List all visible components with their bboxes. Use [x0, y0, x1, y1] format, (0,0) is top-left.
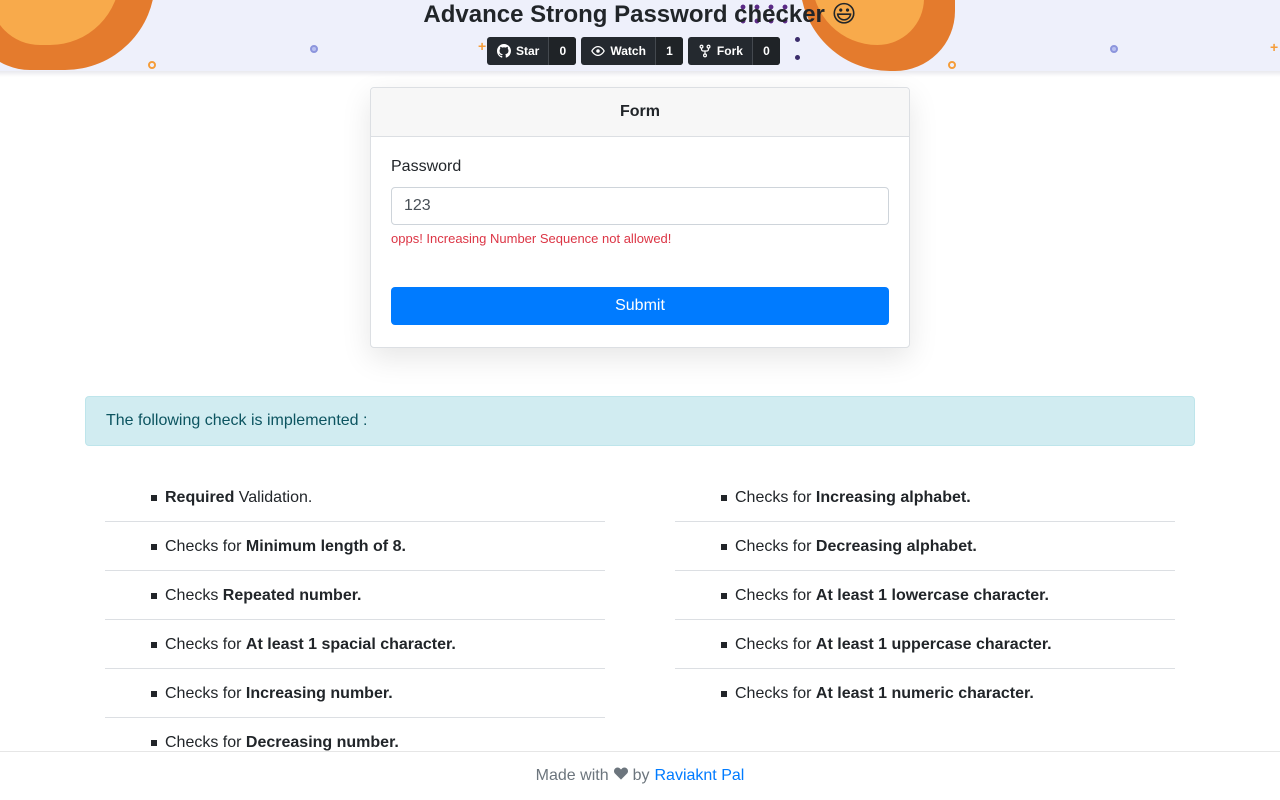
footer: Made with by Raviaknt Pal	[0, 751, 1280, 800]
list-item: Checks for At least 1 lowercase characte…	[675, 571, 1175, 620]
check-highlight: Decreasing alphabet.	[815, 538, 977, 555]
bullet-icon	[721, 593, 727, 599]
bullet-icon	[721, 544, 727, 550]
github-fork-label-wrap: Fork	[688, 37, 753, 65]
eye-icon	[591, 44, 606, 58]
decor-plus: +	[1270, 39, 1279, 55]
github-star-label-wrap: Star	[487, 37, 550, 65]
github-watch-label: Watch	[610, 44, 646, 58]
check-highlight: Increasing number.	[245, 685, 393, 702]
bullet-icon	[151, 495, 157, 501]
github-star-count: 0	[549, 37, 577, 65]
check-highlight: At least 1 lowercase character.	[815, 587, 1049, 604]
password-input[interactable]	[391, 187, 889, 225]
check-highlight: Minimum length of 8.	[245, 538, 406, 555]
check-highlight: At least 1 numeric character.	[815, 685, 1034, 702]
submit-button[interactable]: Submit	[391, 287, 889, 325]
check-highlight: At least 1 spacial character.	[245, 636, 456, 653]
checks-list-right: Checks for Increasing alphabet. Checks f…	[675, 473, 1175, 718]
github-fork-count: 0	[752, 37, 780, 65]
bullet-icon	[151, 593, 157, 599]
check-highlight: At least 1 uppercase character.	[815, 636, 1052, 653]
check-prefix: Checks for	[165, 538, 246, 555]
github-buttons: Star 0 Watch 1 Fork 0	[487, 37, 780, 65]
check-prefix: Checks	[165, 587, 223, 604]
list-item: Checks for Decreasing alphabet.	[675, 522, 1175, 571]
check-prefix: Checks for	[165, 685, 246, 702]
bullet-icon	[721, 642, 727, 648]
form-card: Form Password opps! Increasing Number Se…	[370, 87, 910, 348]
decor-ring	[148, 61, 156, 69]
decor-ring	[1110, 45, 1118, 53]
checks-list-left: Required Validation. Checks for Minimum …	[105, 473, 605, 767]
header-shadow	[0, 71, 1280, 77]
list-item: Checks Repeated number.	[105, 571, 605, 620]
check-prefix: Checks for	[165, 734, 246, 751]
list-item: Checks for Minimum length of 8.	[105, 522, 605, 571]
password-error-message: opps! Increasing Number Sequence not all…	[391, 231, 672, 246]
github-watch-label-wrap: Watch	[581, 37, 656, 65]
decor-ring	[310, 45, 318, 53]
list-item: Required Validation.	[105, 473, 605, 522]
check-prefix: Checks for	[735, 587, 816, 604]
decor-ring	[948, 61, 956, 69]
github-watch-button[interactable]: Watch 1	[581, 37, 683, 65]
list-item: Checks for At least 1 spacial character.	[105, 620, 605, 669]
check-highlight: Decreasing number.	[245, 734, 399, 751]
github-fork-label: Fork	[716, 44, 743, 58]
check-prefix: Checks for	[735, 538, 816, 555]
github-icon	[497, 44, 511, 58]
list-item: Checks for Increasing number.	[105, 669, 605, 718]
page-title: Advance Strong Password checker 😃	[423, 1, 857, 28]
check-suffix: Validation.	[234, 489, 313, 506]
heart-icon	[613, 767, 628, 785]
form-card-body: Password opps! Increasing Number Sequenc…	[371, 137, 909, 345]
bullet-icon	[151, 642, 157, 648]
bullet-icon	[151, 544, 157, 550]
bullet-icon	[151, 691, 157, 697]
github-fork-button[interactable]: Fork 0	[687, 37, 780, 65]
form-card-title: Form	[371, 88, 909, 137]
decor-dot	[795, 37, 800, 42]
check-highlight: Repeated number.	[222, 587, 362, 604]
decor-plus: +	[478, 38, 487, 54]
footer-made-with: Made with	[535, 767, 609, 784]
list-item: Checks for At least 1 numeric character.	[675, 669, 1175, 718]
checks-info-text: The following check is implemented :	[106, 412, 368, 429]
bullet-icon	[151, 740, 157, 746]
check-prefix: Checks for	[165, 636, 246, 653]
github-watch-count: 1	[655, 37, 683, 65]
check-prefix: Checks for	[735, 685, 816, 702]
author-link[interactable]: Raviaknt Pal	[655, 767, 745, 785]
github-star-label: Star	[516, 44, 540, 58]
check-prefix: Checks for	[735, 489, 816, 506]
check-highlight: Increasing alphabet.	[815, 489, 971, 506]
page: + + Advance Strong Password checker 😃 St…	[0, 0, 1280, 800]
header-banner: + + Advance Strong Password checker 😃 St…	[0, 0, 1280, 71]
fork-icon	[698, 44, 712, 58]
check-prefix: Checks for	[735, 636, 816, 653]
bullet-icon	[721, 495, 727, 501]
password-label: Password	[391, 158, 462, 175]
github-star-button[interactable]: Star 0	[487, 37, 577, 65]
footer-by: by	[632, 767, 650, 784]
decor-dot	[795, 55, 800, 60]
list-item: Checks for At least 1 uppercase characte…	[675, 620, 1175, 669]
list-item: Checks for Increasing alphabet.	[675, 473, 1175, 522]
checks-info-alert: The following check is implemented :	[85, 396, 1195, 446]
check-highlight: Required	[165, 489, 235, 506]
bullet-icon	[721, 691, 727, 697]
